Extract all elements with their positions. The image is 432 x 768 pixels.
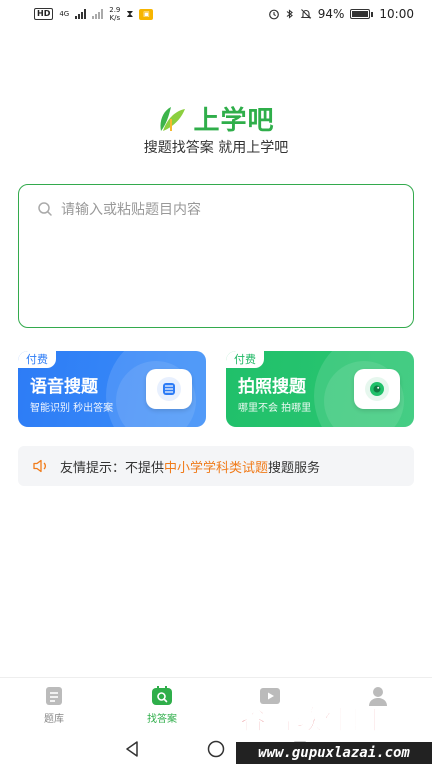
notice-highlight: 中小学学科类试题 [164,460,269,476]
notice-prefix: 友情提示：不提供 [60,460,165,476]
speed-value: 2.9 [109,6,121,14]
paid-tag: 付费 [18,351,56,368]
notice-bar: 友情提示：不提供中小学学科类试题搜题服务 [18,446,414,486]
voice-search-subtitle: 智能识别 秒出答案 [30,403,114,414]
clock: 10:00 [379,7,414,21]
hourglass-icon: ⧗ [126,8,134,20]
network-speed: 2.9 K/s [109,6,120,22]
voice-search-card[interactable]: 付费 语音搜题 智能识别 秒出答案 [18,351,206,427]
app-notification-icon: ▣ [139,8,154,20]
status-right: 94% 10:00 [268,7,414,21]
nav-label: 题库 [44,714,64,725]
search-row: 请输入或粘贴题目内容 [37,199,395,219]
signal-2-icon [92,9,104,19]
battery-tip [371,11,374,17]
photo-search-subtitle: 哪里不会 拍哪里 [238,403,312,414]
signal-icon [75,9,87,19]
speaker-icon [33,459,46,473]
network-type: 4G [59,10,70,18]
home-icon[interactable] [206,739,226,759]
watermark-title: 谷普软件园 [239,706,381,737]
voice-search-title: 语音搜题 [30,377,98,397]
bluetooth-icon [286,9,293,19]
hd-badge: HD [34,8,54,20]
question-input[interactable]: 请输入或粘贴题目内容 [18,184,414,328]
back-icon[interactable] [122,739,142,759]
nav-item-find-answer[interactable]: 找答案 [108,678,216,729]
battery-icon [350,9,371,19]
notice-suffix: 搜题服务 [268,460,321,476]
app-logo: 上学吧 [0,100,432,137]
paid-tag: 付费 [226,351,264,368]
app-slogan: 搜题找答案 就用上学吧 [143,140,289,156]
nav-item-question-bank[interactable]: 题库 [0,678,108,729]
speed-unit: K/s [109,14,121,22]
photo-search-title: 拍照搜题 [238,377,306,397]
status-bar: HD 4G 2.9 K/s ⧗ ▣ 94% 10:00 [0,0,432,28]
leaf-logo-icon [160,106,186,131]
app-name: 上学吧 [193,106,275,136]
watermark-url: www.gupuxlazai.com [236,742,432,764]
search-calendar-icon [152,686,172,705]
alarm-icon [268,9,279,20]
search-icon [38,202,52,216]
nav-label: 找答案 [147,714,177,725]
search-placeholder: 请输入或粘贴题目内容 [61,202,201,218]
mute-icon [300,9,312,19]
photo-search-card[interactable]: 付费 拍照搜题 哪里不会 拍哪里 [226,351,414,427]
status-left: HD 4G 2.9 K/s ⧗ ▣ [34,6,154,22]
document-icon [46,687,62,705]
camera-icon [354,369,400,409]
microphone-icon [146,369,192,409]
notice-text: 友情提示：不提供中小学学科类试题搜题服务 [60,457,320,476]
battery-percent: 94% [317,7,345,21]
watermark: 谷普软件园 www.gupuxlazai.com [236,698,432,768]
